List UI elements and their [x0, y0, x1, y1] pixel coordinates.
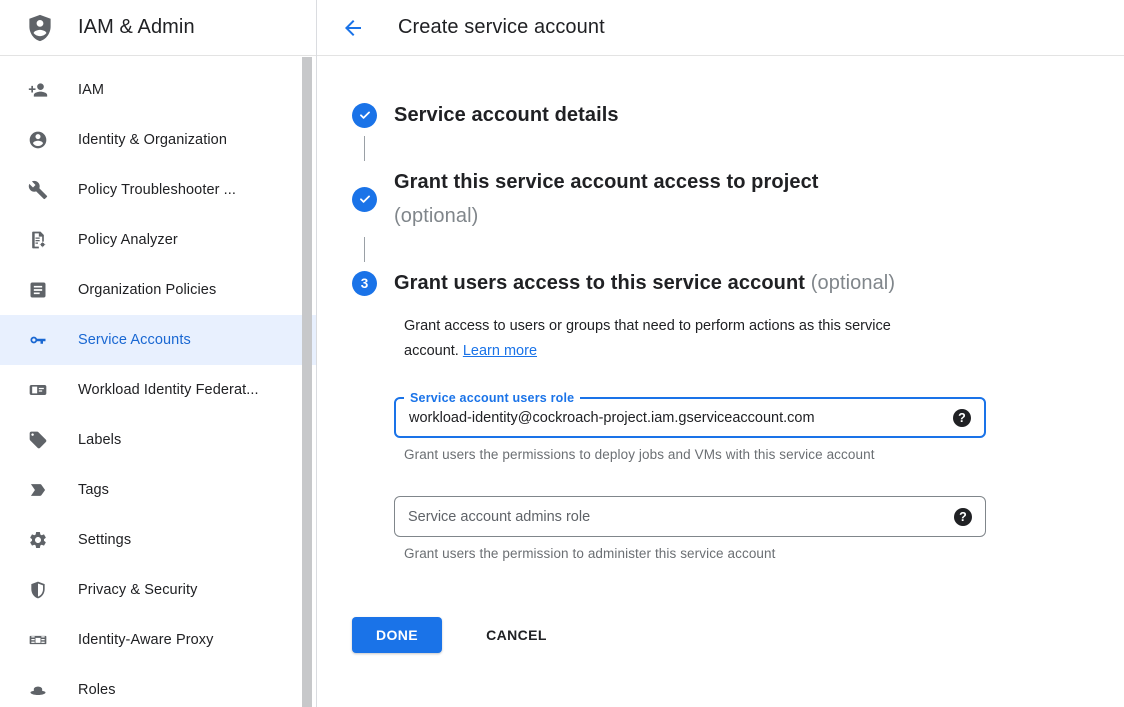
users-role-helper-text: Grant users the permissions to deploy jo…: [404, 447, 1124, 462]
sidebar-item-label: Roles: [78, 682, 116, 698]
step-grant-access-to-project[interactable]: Grant this service account access to pro…: [352, 165, 1124, 233]
wizard-content: Service account details Grant this servi…: [317, 56, 1124, 653]
sidebar-item-identity-aware-proxy[interactable]: Identity-Aware Proxy: [0, 615, 316, 665]
article-icon: [28, 280, 48, 300]
wrench-icon: [28, 180, 48, 200]
step-connector: [364, 237, 365, 262]
step-service-account-details[interactable]: Service account details: [352, 98, 1124, 132]
iam-admin-shield-icon: [25, 11, 55, 45]
product-title: IAM & Admin: [78, 16, 195, 39]
sidebar-item-label: Settings: [78, 532, 131, 548]
step3-description: Grant access to users or groups that nee…: [394, 314, 942, 364]
admins-role-help-icon[interactable]: ?: [954, 508, 972, 526]
tag-arrow-icon: [28, 480, 48, 500]
sidebar-item-service-accounts[interactable]: Service Accounts: [0, 315, 316, 365]
sidebar-header: IAM & Admin: [0, 0, 316, 56]
step-grant-users-access[interactable]: 3 Grant users access to this service acc…: [352, 266, 1124, 300]
app-window: IAM & Admin IAM Identity & Organization: [0, 0, 1124, 707]
main-panel: Create service account Service account d…: [317, 0, 1124, 707]
sidebar-item-label: Identity & Organization: [78, 132, 227, 148]
sidebar-item-policy-troubleshooter[interactable]: Policy Troubleshooter ...: [0, 165, 316, 215]
step1-title: Service account details: [394, 98, 619, 132]
step3-number-badge: 3: [352, 271, 377, 296]
done-button[interactable]: DONE: [352, 617, 442, 653]
sidebar-item-iam[interactable]: IAM: [0, 65, 316, 115]
document-gear-icon: [28, 230, 48, 250]
sidebar-item-organization-policies[interactable]: Organization Policies: [0, 265, 316, 315]
account-circle-icon: [28, 130, 48, 150]
step1-complete-check-icon: [352, 103, 377, 128]
sidebar-item-label: Organization Policies: [78, 282, 216, 298]
users-role-help-icon[interactable]: ?: [953, 409, 971, 427]
admins-role-input[interactable]: [395, 497, 954, 536]
roles-hat-icon: [28, 680, 48, 700]
admins-role-helper-text: Grant users the permission to administer…: [404, 546, 1124, 561]
sidebar-item-label: Workload Identity Federat...: [78, 382, 259, 398]
step3-title: Grant users access to this service accou…: [394, 266, 895, 300]
step3-body: Grant access to users or groups that nee…: [394, 314, 1124, 653]
sidebar-item-tags[interactable]: Tags: [0, 465, 316, 515]
step2-title: Grant this service account access to pro…: [394, 165, 819, 233]
page-header: Create service account: [317, 0, 1124, 56]
service-account-key-icon: [28, 330, 48, 350]
label-icon: [28, 430, 48, 450]
gear-icon: [28, 530, 48, 550]
step2-optional-label: (optional): [394, 199, 819, 233]
sidebar-item-identity-organization[interactable]: Identity & Organization: [0, 115, 316, 165]
users-role-label: Service account users role: [404, 390, 580, 406]
sidebar-item-settings[interactable]: Settings: [0, 515, 316, 565]
sidebar-item-label: Identity-Aware Proxy: [78, 632, 214, 648]
sidebar-item-label: Privacy & Security: [78, 582, 197, 598]
sidebar-item-label: Policy Troubleshooter ...: [78, 182, 236, 198]
person-add-icon: [28, 80, 48, 100]
sidebar-item-policy-analyzer[interactable]: Policy Analyzer: [0, 215, 316, 265]
sidebar-item-label: Policy Analyzer: [78, 232, 178, 248]
page-title: Create service account: [398, 16, 605, 39]
sidebar-item-label: Service Accounts: [78, 332, 191, 348]
sidebar-item-roles[interactable]: Roles: [0, 665, 316, 707]
sidebar-item-workload-identity-federation[interactable]: Workload Identity Federat...: [0, 365, 316, 415]
shield-half-icon: [28, 580, 48, 600]
sidebar-item-label: Labels: [78, 432, 121, 448]
proxy-grid-icon: [28, 630, 48, 650]
cancel-button[interactable]: CANCEL: [476, 619, 557, 651]
step3-optional-label: (optional): [811, 272, 895, 294]
sidebar-item-label: IAM: [78, 82, 104, 98]
sidebar-item-privacy-security[interactable]: Privacy & Security: [0, 565, 316, 615]
sidebar: IAM & Admin IAM Identity & Organization: [0, 0, 317, 707]
form-actions: DONE CANCEL: [352, 617, 1124, 653]
users-role-field: Service account users role ?: [394, 397, 986, 438]
badge-card-icon: [28, 380, 48, 400]
sidebar-item-label: Tags: [78, 482, 109, 498]
back-button[interactable]: [341, 16, 365, 40]
sidebar-item-labels[interactable]: Labels: [0, 415, 316, 465]
sidebar-nav: IAM Identity & Organization Policy Troub…: [0, 56, 316, 707]
step-connector: [364, 136, 365, 161]
sidebar-scrollbar[interactable]: [302, 57, 312, 707]
admins-role-field: ?: [394, 496, 986, 537]
step2-complete-check-icon: [352, 187, 377, 212]
learn-more-link[interactable]: Learn more: [463, 343, 537, 359]
